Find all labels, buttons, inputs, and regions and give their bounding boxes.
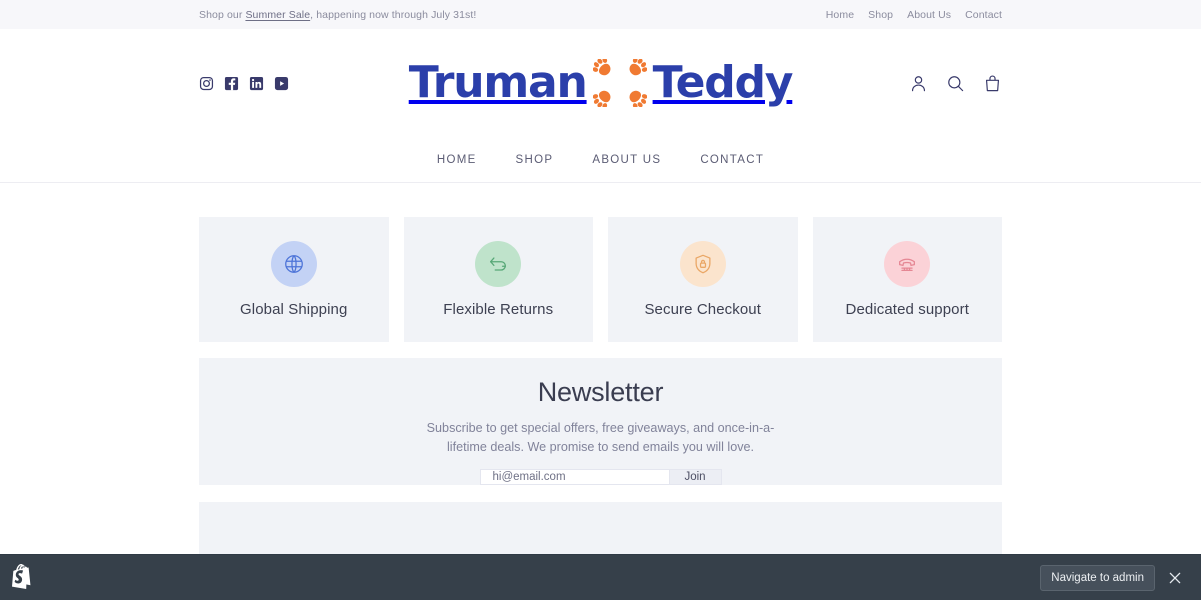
close-icon[interactable] — [1167, 570, 1183, 586]
site-header: Truman Teddy — [0, 29, 1201, 137]
shopify-admin-bar: Navigate to admin — [0, 555, 1201, 600]
announcement-bar: Shop our Summer Sale, happening now thro… — [0, 0, 1201, 29]
nav-contact[interactable]: CONTACT — [700, 154, 764, 166]
site-logo[interactable]: Truman Teddy — [409, 59, 793, 107]
paw-prints-logo-mark — [592, 59, 647, 107]
header-icon-group — [909, 74, 1002, 93]
newsletter-subtitle: Subscribe to get special offers, free gi… — [426, 421, 775, 454]
linkedin-icon[interactable] — [249, 76, 264, 91]
navigate-to-admin-button[interactable]: Navigate to admin — [1040, 564, 1155, 591]
feature-label: Flexible Returns — [443, 301, 554, 318]
facebook-icon[interactable] — [224, 76, 239, 91]
nav-home[interactable]: HOME — [437, 154, 477, 166]
admin-bar-actions: Navigate to admin — [1040, 564, 1189, 591]
newsletter-section: Newsletter Subscribe to get special offe… — [199, 358, 1002, 485]
feature-label: Secure Checkout — [644, 301, 762, 318]
summer-sale-link[interactable]: Summer Sale — [245, 9, 310, 21]
newsletter-email-input[interactable] — [480, 469, 669, 484]
nav-about-us[interactable]: ABOUT US — [592, 154, 661, 166]
announcement-suffix: , happening now through July 31st! — [310, 8, 477, 21]
feature-label: Global Shipping — [240, 301, 348, 318]
content-spacer-band — [199, 502, 1002, 554]
main-navigation: HOME SHOP ABOUT US CONTACT — [0, 137, 1201, 183]
feature-cards: Global Shipping Flexible Returns Secure … — [199, 183, 1002, 342]
utility-nav-about-us[interactable]: About Us — [907, 9, 951, 21]
feature-card-global-shipping[interactable]: Global Shipping — [199, 217, 389, 342]
search-icon[interactable] — [946, 74, 965, 93]
newsletter-form: Join — [479, 468, 722, 485]
nav-shop[interactable]: SHOP — [516, 154, 554, 166]
feature-card-flexible-returns[interactable]: Flexible Returns — [403, 217, 593, 342]
cart-icon[interactable] — [983, 74, 1002, 93]
logo-word-teddy: Teddy — [652, 57, 794, 108]
social-links — [199, 76, 289, 91]
return-arrows-icon — [475, 241, 522, 287]
newsletter-title: Newsletter — [537, 377, 664, 407]
feature-label: Dedicated support — [845, 301, 969, 318]
telephone-icon — [884, 241, 931, 287]
announcement-message: Shop our Summer Sale, happening now thro… — [199, 9, 476, 21]
globe-icon — [270, 241, 317, 287]
logo-container: Truman Teddy — [0, 59, 1201, 107]
utility-nav-shop[interactable]: Shop — [868, 9, 893, 21]
utility-nav-home[interactable]: Home — [826, 9, 854, 21]
utility-nav: Home Shop About Us Contact — [826, 9, 1002, 21]
announcement-prefix: Shop our — [199, 8, 246, 21]
feature-card-dedicated-support[interactable]: Dedicated support — [812, 217, 1002, 342]
account-icon[interactable] — [909, 74, 928, 93]
shield-lock-icon — [679, 241, 726, 287]
shopify-logo[interactable] — [12, 564, 36, 591]
instagram-icon[interactable] — [199, 76, 214, 91]
feature-card-secure-checkout[interactable]: Secure Checkout — [608, 217, 798, 342]
utility-nav-contact[interactable]: Contact — [965, 9, 1002, 21]
page-content: Global Shipping Flexible Returns Secure … — [0, 183, 1201, 554]
youtube-icon[interactable] — [274, 76, 289, 91]
newsletter-join-button[interactable]: Join — [668, 469, 721, 484]
logo-word-truman: Truman — [408, 57, 588, 108]
